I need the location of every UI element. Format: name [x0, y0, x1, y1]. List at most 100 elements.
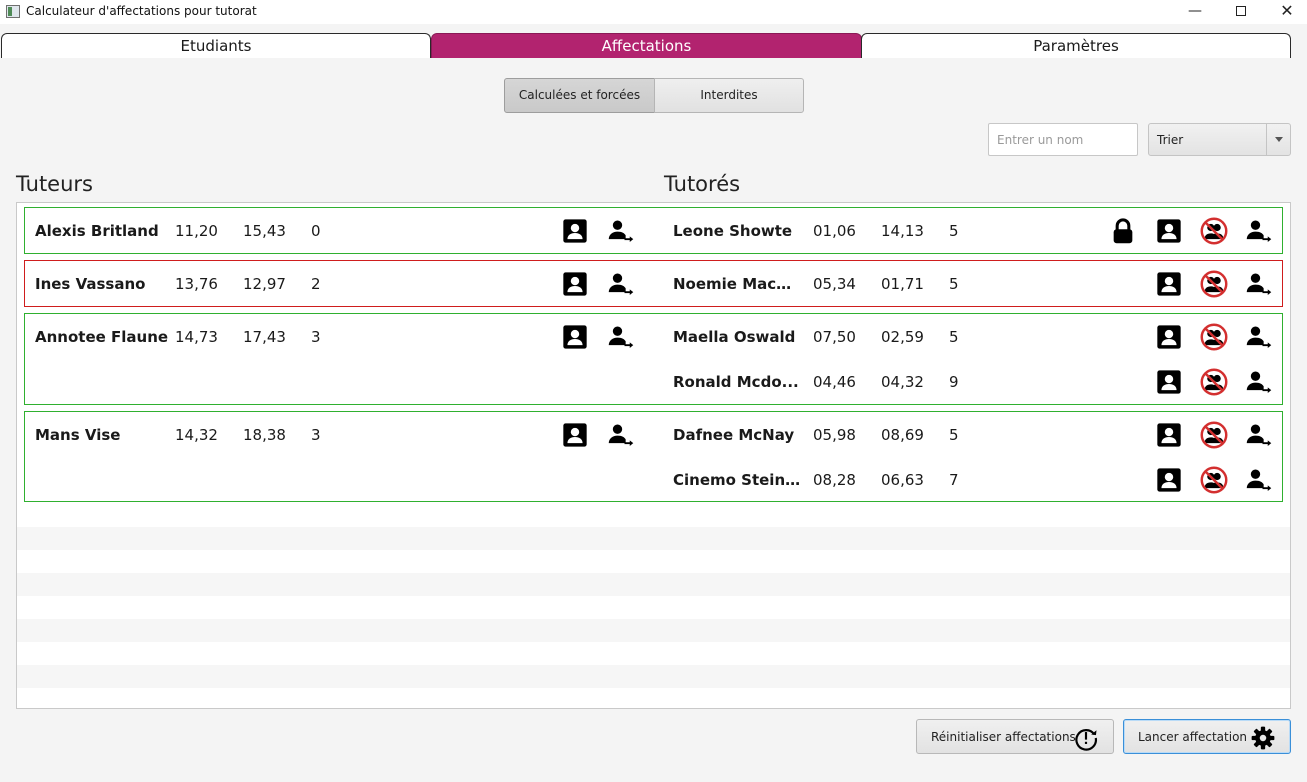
subtab-calculees[interactable]: Calculées et forcées: [504, 78, 655, 113]
search-input[interactable]: [988, 123, 1138, 156]
tutored-value-2: 04,32: [881, 373, 924, 391]
list-stripe: [17, 619, 1290, 642]
sort-select[interactable]: Trier: [1148, 123, 1291, 156]
tutored-value-3: 5: [949, 328, 959, 346]
tutor-value-2: 17,43: [243, 328, 286, 346]
person-move-icon[interactable]: [607, 323, 635, 351]
tutored-value-3: 5: [949, 426, 959, 444]
profile-card-icon[interactable]: [561, 217, 589, 245]
assignment-row[interactable]: Annotee Flaune 14,73 17,43 3 Maella Oswa…: [25, 316, 1282, 356]
profile-card-icon[interactable]: [561, 421, 589, 449]
assignment-group[interactable]: Ines Vassano 13,76 12,97 2 Noemie Mack..…: [24, 260, 1283, 307]
tutor-value-3: 2: [311, 275, 321, 293]
assignment-list[interactable]: Alexis Britland 11,20 15,43 0 Leone Show…: [16, 202, 1291, 709]
assignment-row[interactable]: Cinemo Steiner 08,28 06,63 7: [25, 459, 1282, 499]
tutor-value-1: 14,73: [175, 328, 218, 346]
title-bar: Calculateur d'affectations pour tutorat …: [0, 0, 1307, 24]
profile-card-icon[interactable]: [1155, 466, 1183, 494]
tutor-name: Alexis Britland: [35, 222, 159, 240]
tab-parametres[interactable]: Paramètres: [861, 33, 1291, 58]
profile-card-icon[interactable]: [561, 270, 589, 298]
tutored-heading: Tutorés: [664, 172, 741, 196]
list-stripe: [17, 573, 1290, 596]
profile-card-icon[interactable]: [1155, 270, 1183, 298]
tutored-name: Dafnee McNay: [673, 426, 795, 444]
person-move-icon[interactable]: [1245, 270, 1273, 298]
profile-card-icon[interactable]: [561, 323, 589, 351]
tutor-value-2: 12,97: [243, 275, 286, 293]
tutored-value-1: 07,50: [813, 328, 856, 346]
tutored-name: Leone Showte: [673, 222, 793, 240]
tab-affectations[interactable]: Affectations: [431, 33, 862, 58]
tutor-value-2: 15,43: [243, 222, 286, 240]
assignment-group[interactable]: Mans Vise 14,32 18,38 3 Dafnee McNay 05,…: [24, 411, 1283, 502]
close-button[interactable]: ✕: [1264, 0, 1307, 24]
reset-assignments-button[interactable]: Réinitialiser affectations: [916, 719, 1114, 754]
tutored-value-3: 5: [949, 222, 959, 240]
subtab-interdites[interactable]: Interdites: [654, 78, 804, 113]
tutored-value-2: 06,63: [881, 471, 924, 489]
forbid-pair-icon[interactable]: [1200, 368, 1228, 396]
assignment-row[interactable]: Ines Vassano 13,76 12,97 2 Noemie Mack..…: [25, 263, 1282, 303]
tutored-value-1: 05,34: [813, 275, 856, 293]
reset-assignments-label: Réinitialiser affectations: [931, 730, 1076, 744]
forbid-pair-icon[interactable]: [1200, 466, 1228, 494]
assignment-row[interactable]: Alexis Britland 11,20 15,43 0 Leone Show…: [25, 210, 1282, 250]
person-move-icon[interactable]: [607, 217, 635, 245]
tutored-name: Noemie Mack...: [673, 275, 801, 293]
tutored-name: Cinemo Steiner: [673, 471, 801, 489]
profile-card-icon[interactable]: [1155, 421, 1183, 449]
tutor-value-1: 13,76: [175, 275, 218, 293]
tutor-value-2: 18,38: [243, 426, 286, 444]
assignment-group[interactable]: Alexis Britland 11,20 15,43 0 Leone Show…: [24, 207, 1283, 254]
person-move-icon[interactable]: [1245, 466, 1273, 494]
profile-card-icon[interactable]: [1155, 368, 1183, 396]
tutored-value-2: 02,59: [881, 328, 924, 346]
minimize-button[interactable]: —: [1172, 0, 1218, 24]
person-move-icon[interactable]: [1245, 368, 1273, 396]
person-move-icon[interactable]: [607, 421, 635, 449]
person-move-icon[interactable]: [1245, 323, 1273, 351]
forbid-pair-icon[interactable]: [1200, 323, 1228, 351]
list-stripe: [17, 665, 1290, 688]
tutored-value-2: 08,69: [881, 426, 924, 444]
profile-card-icon[interactable]: [1155, 217, 1183, 245]
person-move-icon[interactable]: [607, 270, 635, 298]
maximize-icon: [1236, 6, 1246, 16]
tutored-value-3: 9: [949, 373, 959, 391]
person-move-icon[interactable]: [1245, 421, 1273, 449]
sort-selected-value: Trier: [1157, 133, 1184, 147]
assignment-row[interactable]: Ronald Mcdo... 04,46 04,32 9: [25, 361, 1282, 401]
window-title: Calculateur d'affectations pour tutorat: [26, 4, 257, 18]
forbid-pair-icon[interactable]: [1200, 421, 1228, 449]
tutored-value-2: 14,13: [881, 222, 924, 240]
tutors-heading: Tuteurs: [16, 172, 93, 196]
reset-clock-icon: [1073, 725, 1099, 751]
assignment-group[interactable]: Annotee Flaune 14,73 17,43 3 Maella Oswa…: [24, 313, 1283, 405]
tab-etudiants[interactable]: Etudiants: [1, 33, 431, 58]
tutor-value-3: 3: [311, 328, 321, 346]
list-stripe: [17, 527, 1290, 550]
forbid-pair-icon[interactable]: [1200, 217, 1228, 245]
person-move-icon[interactable]: [1245, 217, 1273, 245]
tutored-value-2: 01,71: [881, 275, 924, 293]
forbid-pair-icon[interactable]: [1200, 270, 1228, 298]
tutor-value-3: 0: [311, 222, 321, 240]
assignment-row[interactable]: Mans Vise 14,32 18,38 3 Dafnee McNay 05,…: [25, 414, 1282, 454]
chevron-down-icon[interactable]: [1266, 124, 1290, 155]
maximize-button[interactable]: [1218, 0, 1264, 24]
run-assignment-button[interactable]: Lancer affectation: [1123, 719, 1291, 754]
tutor-value-3: 3: [311, 426, 321, 444]
tutor-name: Ines Vassano: [35, 275, 146, 293]
tutored-value-1: 01,06: [813, 222, 856, 240]
tutored-name: Maella Oswald: [673, 328, 796, 346]
profile-card-icon[interactable]: [1155, 323, 1183, 351]
gear-icon: [1250, 725, 1276, 751]
lock-icon[interactable]: [1109, 217, 1137, 245]
tutor-name: Mans Vise: [35, 426, 121, 444]
tutor-value-1: 14,32: [175, 426, 218, 444]
app-icon: [6, 5, 20, 18]
tutored-value-1: 08,28: [813, 471, 856, 489]
tutored-value-3: 7: [949, 471, 959, 489]
run-assignment-label: Lancer affectation: [1138, 730, 1248, 744]
